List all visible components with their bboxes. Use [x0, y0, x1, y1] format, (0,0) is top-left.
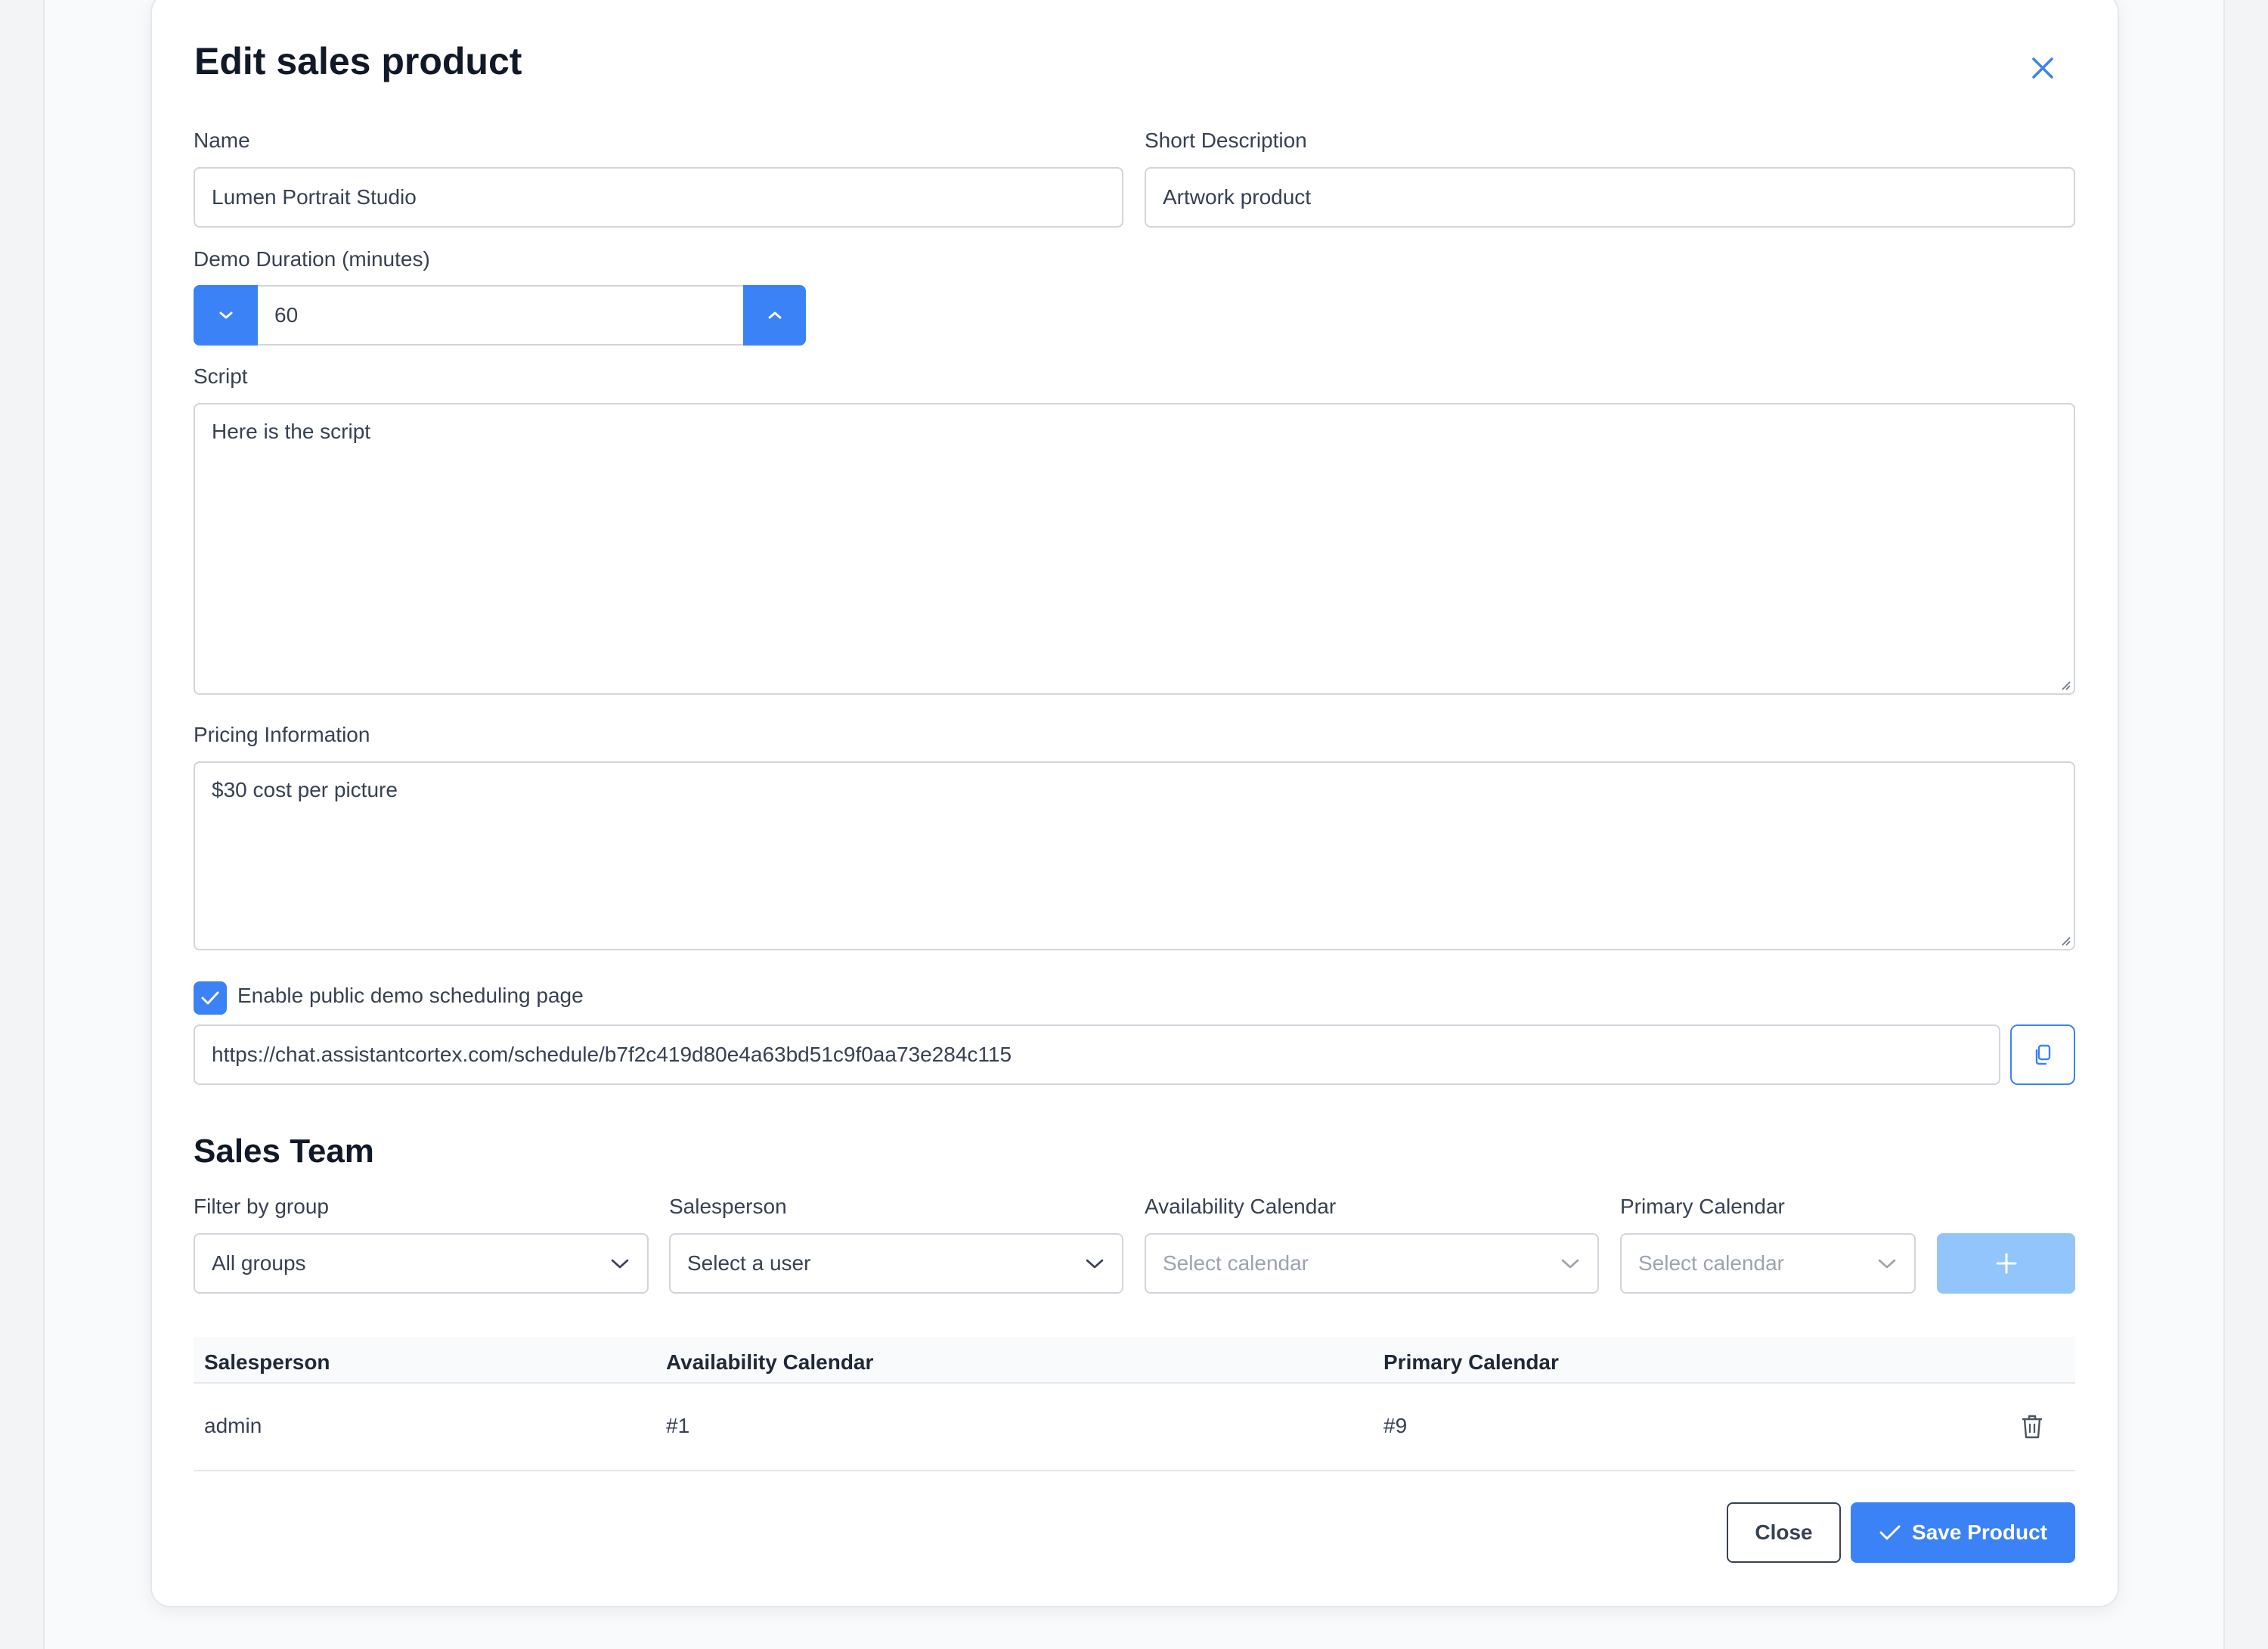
pricing-label: Pricing Information — [194, 723, 370, 746]
row-availability-calendar: #1 — [666, 1414, 690, 1437]
primary-calendar-label: Primary Calendar — [1620, 1195, 1785, 1218]
close-button[interactable]: Close — [1727, 1502, 1841, 1563]
duration-decrement-button[interactable] — [194, 285, 258, 346]
filter-group-label: Filter by group — [194, 1195, 329, 1218]
demo-duration-value: 60 — [274, 303, 299, 327]
column-header-primary: Primary Calendar — [1383, 1350, 1559, 1374]
pricing-textarea[interactable]: $30 cost per picture — [194, 761, 2075, 950]
availability-calendar-placeholder: Select calendar — [1163, 1251, 1309, 1275]
filter-group-value: All groups — [212, 1251, 306, 1275]
column-header-availability: Availability Calendar — [666, 1350, 874, 1374]
chevron-down-icon — [1878, 1259, 1896, 1269]
modal-title: Edit sales product — [194, 40, 522, 82]
trash-icon[interactable] — [2020, 1413, 2044, 1440]
check-icon — [201, 991, 219, 1005]
name-input-value: Lumen Portrait Studio — [212, 185, 417, 209]
short-description-label: Short Description — [1145, 129, 1307, 152]
duration-increment-button[interactable] — [743, 285, 806, 346]
row-primary-calendar: #9 — [1383, 1414, 1408, 1437]
chevron-down-icon — [1561, 1259, 1579, 1269]
pricing-value: $30 cost per picture — [212, 778, 398, 801]
save-product-label: Save Product — [1912, 1520, 2047, 1544]
availability-calendar-label: Availability Calendar — [1145, 1195, 1337, 1218]
resize-grip-icon[interactable] — [2059, 678, 2071, 690]
filter-group-select[interactable]: All groups — [194, 1233, 649, 1294]
resize-grip-icon[interactable] — [2059, 934, 2071, 946]
short-description-input[interactable]: Artwork product — [1145, 167, 2075, 228]
short-description-value: Artwork product — [1163, 185, 1312, 209]
script-textarea[interactable]: Here is the script — [194, 403, 2075, 695]
chevron-down-icon — [219, 312, 232, 319]
demo-duration-label: Demo Duration (minutes) — [194, 247, 430, 271]
name-label: Name — [194, 129, 250, 152]
close-icon[interactable] — [2026, 51, 2059, 85]
script-value: Here is the script — [212, 420, 371, 443]
salesperson-select-value: Select a user — [687, 1251, 811, 1275]
sales-team-heading: Sales Team — [194, 1133, 374, 1170]
public-scheduling-checkbox[interactable] — [194, 981, 227, 1015]
column-header-salesperson: Salesperson — [204, 1350, 330, 1374]
row-salesperson: admin — [204, 1414, 262, 1437]
primary-calendar-select[interactable]: Select calendar — [1620, 1233, 1916, 1294]
salesperson-filter-label: Salesperson — [669, 1195, 787, 1218]
primary-calendar-placeholder: Select calendar — [1638, 1251, 1785, 1275]
availability-calendar-select[interactable]: Select calendar — [1145, 1233, 1599, 1294]
sales-team-table-header: Salesperson Availability Calendar Primar… — [194, 1337, 2075, 1384]
demo-duration-input[interactable]: 60 — [258, 285, 743, 346]
chevron-up-icon — [768, 312, 781, 319]
copy-icon — [2035, 1044, 2051, 1065]
check-icon — [1879, 1525, 1901, 1540]
add-salesperson-button[interactable] — [1937, 1233, 2075, 1294]
public-scheduling-label: Enable public demo scheduling page — [237, 984, 584, 1007]
name-input[interactable]: Lumen Portrait Studio — [194, 167, 1123, 228]
schedule-url-value: https://chat.assistantcortex.com/schedul… — [212, 1043, 1012, 1066]
chevron-down-icon — [611, 1259, 629, 1269]
salesperson-select[interactable]: Select a user — [669, 1233, 1123, 1294]
table-row: admin #1 #9 — [194, 1384, 2075, 1471]
script-label: Script — [194, 364, 248, 388]
schedule-url-input[interactable]: https://chat.assistantcortex.com/schedul… — [194, 1024, 2000, 1085]
copy-url-button[interactable] — [2010, 1024, 2075, 1085]
chevron-down-icon — [1086, 1259, 1104, 1269]
save-product-button[interactable]: Save Product — [1851, 1502, 2075, 1563]
plus-icon — [1996, 1253, 2016, 1274]
